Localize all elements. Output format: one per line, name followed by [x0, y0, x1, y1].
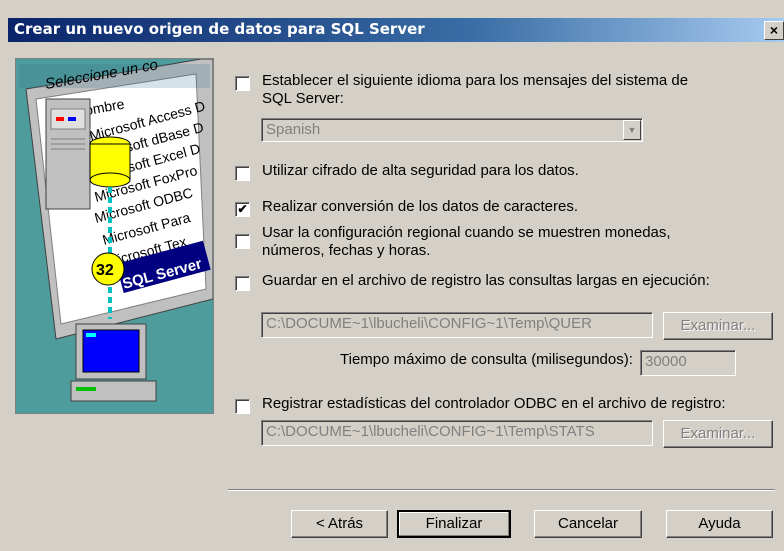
stats-label: Registrar estadísticas del controlador O… — [262, 395, 726, 412]
back-button[interactable]: < Atrás — [291, 510, 388, 538]
regional-label-1: Usar la configuración regional cuando se… — [262, 224, 671, 241]
long-queries-label: Guardar en el archivo de registro las co… — [262, 272, 710, 289]
long-queries-browse-button[interactable]: Examinar... — [663, 312, 773, 340]
stats-checkbox[interactable] — [235, 399, 250, 414]
language-label-2: SQL Server: — [262, 90, 344, 107]
stats-option[interactable]: Registrar estadísticas del controlador O… — [235, 395, 726, 414]
regional-checkbox[interactable] — [235, 234, 250, 249]
regional-option[interactable]: Usar la configuración regional cuando se… — [235, 224, 671, 260]
badge-text: 32 — [96, 262, 114, 279]
char-conversion-option[interactable]: ✔ Realizar conversión de los datos de ca… — [235, 198, 578, 217]
stats-browse-button[interactable]: Examinar... — [663, 420, 773, 448]
database-icon — [89, 136, 131, 188]
help-button[interactable]: Ayuda — [666, 510, 773, 538]
window-title: Crear un nuevo origen de datos para SQL … — [14, 20, 425, 38]
char-conversion-checkbox[interactable]: ✔ — [235, 202, 250, 217]
badge-32-icon: 32 — [91, 252, 125, 286]
long-queries-path-field[interactable]: C:\DOCUME~1\lbucheli\CONFIG~1\Temp\QUER — [261, 312, 653, 338]
server-icon — [45, 98, 91, 210]
timeout-field[interactable]: 30000 — [640, 350, 736, 376]
title-bar: Crear un nuevo origen de datos para SQL … — [8, 18, 784, 42]
regional-label-2: números, fechas y horas. — [262, 242, 431, 259]
chevron-down-icon[interactable]: ▼ — [623, 120, 641, 140]
encryption-label: Utilizar cifrado de alta seguridad para … — [262, 162, 579, 179]
language-value: Spanish — [266, 121, 321, 138]
close-button[interactable]: × — [764, 21, 784, 40]
odbc-drivers-illustration: Seleccione un co Nombre Microsoft Access… — [16, 59, 213, 413]
language-checkbox[interactable] — [235, 76, 250, 91]
encryption-option[interactable]: Utilizar cifrado de alta seguridad para … — [235, 162, 579, 181]
separator — [228, 489, 775, 491]
computer-icon — [70, 323, 157, 402]
stats-path-field[interactable]: C:\DOCUME~1\lbucheli\CONFIG~1\Temp\STATS — [261, 420, 653, 446]
language-option[interactable]: Establecer el siguiente idioma para los … — [235, 72, 688, 108]
cancel-button[interactable]: Cancelar — [534, 510, 642, 538]
wizard-illustration: Seleccione un co Nombre Microsoft Access… — [15, 58, 214, 414]
language-label-1: Establecer el siguiente idioma para los … — [262, 72, 689, 89]
long-queries-checkbox[interactable] — [235, 276, 250, 291]
encryption-checkbox[interactable] — [235, 166, 250, 181]
finish-button[interactable]: Finalizar — [397, 510, 511, 538]
language-dropdown[interactable]: Spanish ▼ — [261, 118, 643, 142]
timeout-label: Tiempo máximo de consulta (milisegundos)… — [340, 351, 633, 368]
long-queries-option[interactable]: Guardar en el archivo de registro las co… — [235, 272, 710, 291]
char-conversion-label: Realizar conversión de los datos de cara… — [262, 198, 578, 215]
